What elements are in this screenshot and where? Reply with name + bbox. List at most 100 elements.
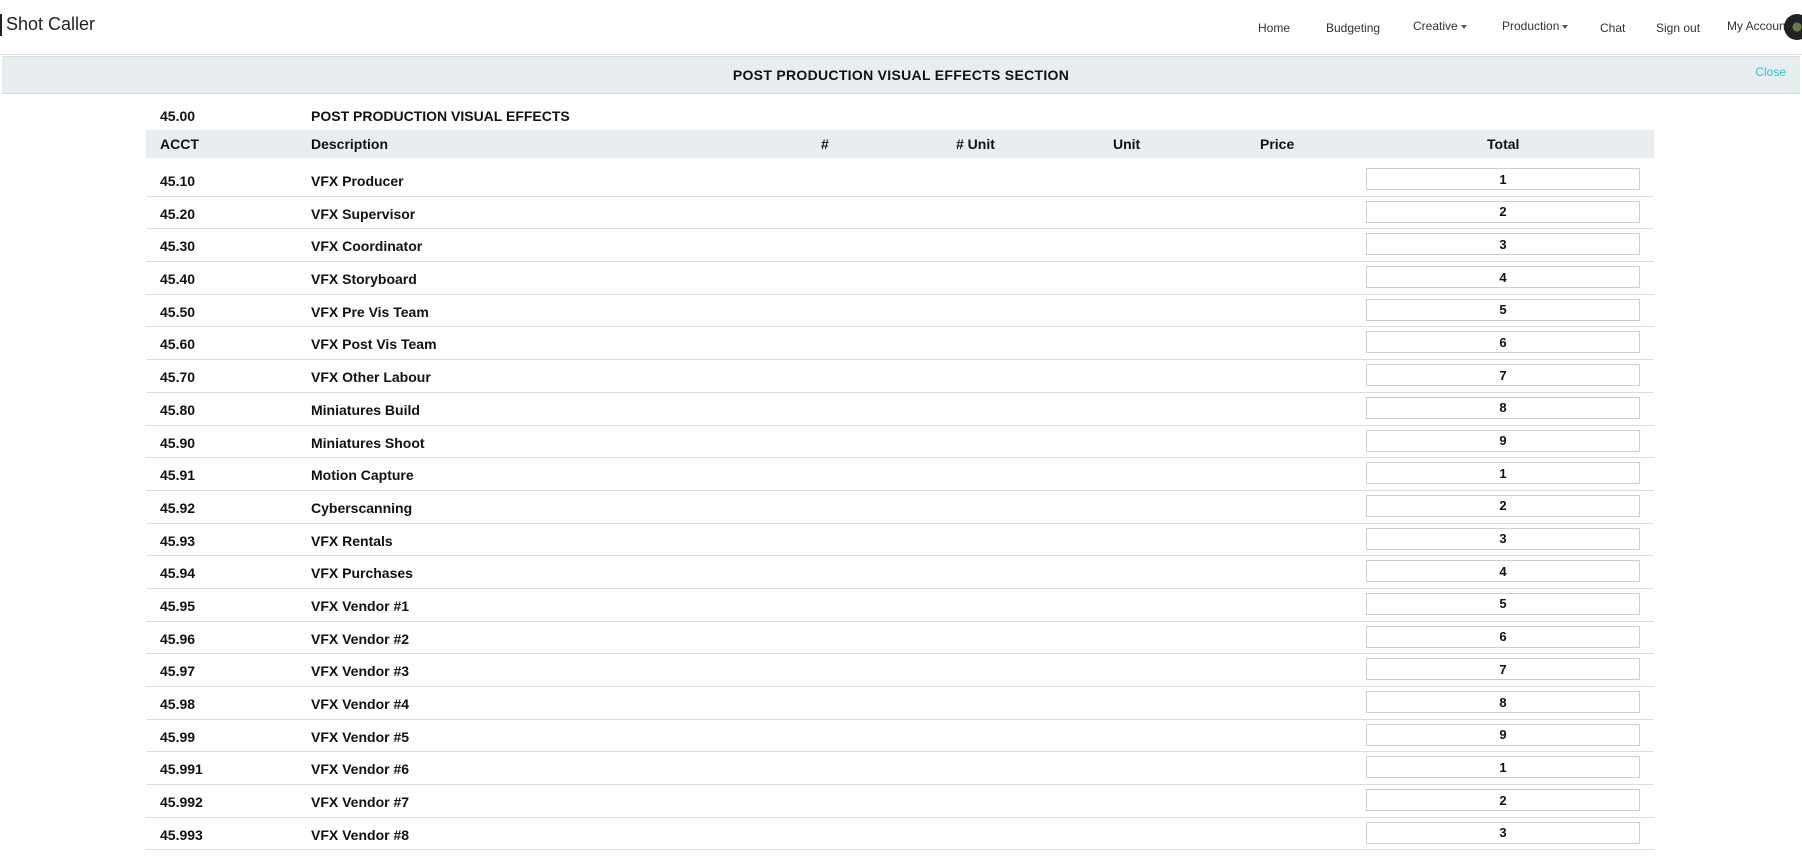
row-acct: 45.98	[160, 696, 196, 712]
table-row: 45.93 VFX Rentals	[146, 524, 1654, 557]
nav-creative-dropdown[interactable]: Creative	[1413, 19, 1467, 33]
row-description: VFX Vendor #5	[311, 728, 410, 745]
nav-production-label: Production	[1502, 19, 1560, 33]
table-row: 45.20 VFX Supervisor	[146, 197, 1654, 230]
table-row: 45.92 Cyberscanning	[146, 491, 1654, 524]
row-description: VFX Vendor #7	[311, 794, 410, 811]
row-total-input[interactable]	[1366, 429, 1640, 452]
row-acct: 45.95	[160, 597, 196, 614]
row-total-input[interactable]	[1366, 592, 1640, 615]
table-row: 45.60 VFX Post Vis Team	[146, 327, 1654, 361]
nav-sign-out[interactable]: Sign out	[1656, 21, 1700, 35]
table-row: 45.94 VFX Purchases	[146, 556, 1654, 589]
chevron-down-icon	[1460, 24, 1467, 29]
row-total-input[interactable]	[1366, 560, 1640, 583]
nav-home[interactable]: Home	[1258, 21, 1290, 35]
row-description: Cyberscanning	[311, 499, 413, 516]
group-row: 45.00 POST PRODUCTION VISUAL EFFECTS	[146, 102, 1654, 130]
row-total-input[interactable]	[1366, 364, 1640, 387]
row-total-input[interactable]	[1366, 266, 1640, 289]
column-header-price: Price	[1260, 136, 1295, 152]
row-acct: 45.70	[160, 369, 196, 386]
table-row: 45.30 VFX Coordinator	[146, 229, 1654, 263]
row-acct: 45.993	[160, 826, 203, 843]
column-header-number: #	[821, 136, 829, 152]
row-description: Miniatures Build	[311, 401, 420, 418]
row-total-input[interactable]	[1366, 756, 1640, 779]
row-description: VFX Storyboard	[311, 271, 417, 288]
table-row: 45.993 VFX Vendor #8	[146, 818, 1654, 851]
budget-table: 45.00 POST PRODUCTION VISUAL EFFECTS ACC…	[146, 102, 1654, 851]
row-total-input[interactable]	[1366, 658, 1640, 681]
column-header-acct: ACCT	[160, 136, 199, 152]
table-row: 45.40 VFX Storyboard	[146, 262, 1654, 295]
row-description: VFX Purchases	[311, 565, 413, 582]
nav-my-account[interactable]: My Account	[1727, 19, 1789, 33]
row-acct: 45.10	[160, 173, 196, 189]
row-total-input[interactable]	[1366, 298, 1640, 321]
row-acct: 45.20	[160, 205, 196, 222]
table-body: 45.10 VFX Producer 45.20 VFX Supervisor 45.3…	[146, 164, 1654, 851]
row-total-input[interactable]	[1366, 168, 1640, 190]
column-header-unit: Unit	[1113, 136, 1141, 152]
row-acct: 45.96	[160, 630, 196, 647]
row-total-input[interactable]	[1366, 527, 1640, 550]
close-button[interactable]: Close	[1755, 65, 1786, 79]
column-header-total: Total	[1487, 136, 1520, 152]
row-description: VFX Vendor #4	[311, 696, 410, 712]
brand-divider	[0, 14, 2, 36]
table-row: 45.80 Miniatures Build	[146, 393, 1654, 426]
row-description: Motion Capture	[311, 467, 414, 484]
table-row: 45.70 VFX Other Labour	[146, 360, 1654, 393]
row-description: VFX Vendor #6	[311, 761, 410, 778]
chevron-down-icon	[1562, 24, 1569, 29]
group-acct: 45.00	[160, 108, 196, 124]
row-acct: 45.992	[160, 794, 203, 811]
row-acct: 45.30	[160, 238, 196, 255]
nav-budgeting[interactable]: Budgeting	[1326, 21, 1380, 35]
row-acct: 45.93	[160, 532, 196, 549]
row-total-input[interactable]	[1366, 331, 1640, 354]
row-total-input[interactable]	[1366, 625, 1640, 648]
row-acct: 45.60	[160, 336, 196, 353]
row-total-input[interactable]	[1366, 821, 1640, 844]
row-total-input[interactable]	[1366, 233, 1640, 256]
table-row: 45.97 VFX Vendor #3	[146, 654, 1654, 687]
row-description: VFX Vendor #8	[311, 826, 410, 843]
nav-chat[interactable]: Chat	[1600, 21, 1625, 35]
row-total-input[interactable]	[1366, 396, 1640, 419]
brand-logo[interactable]: Shot Caller	[6, 14, 95, 35]
row-description: VFX Post Vis Team	[311, 336, 437, 353]
section-header: POST PRODUCTION VISUAL EFFECTS SECTION C…	[2, 56, 1800, 94]
table-row: 45.91 Motion Capture	[146, 458, 1654, 491]
row-description: VFX Vendor #1	[311, 597, 410, 614]
row-acct: 45.50	[160, 303, 196, 320]
row-total-input[interactable]	[1366, 200, 1640, 223]
table-row: 45.992 VFX Vendor #7	[146, 785, 1654, 818]
avatar[interactable]	[1784, 14, 1802, 40]
row-total-input[interactable]	[1366, 723, 1640, 746]
row-acct: 45.80	[160, 401, 196, 418]
row-description: VFX Other Labour	[311, 369, 431, 386]
row-description: VFX Producer	[311, 173, 404, 189]
row-acct: 45.40	[160, 271, 196, 288]
row-description: VFX Vendor #2	[311, 630, 410, 647]
table-row: 45.90 Miniatures Shoot	[146, 426, 1654, 459]
row-acct: 45.991	[160, 761, 203, 778]
column-header-number-unit: # Unit	[956, 136, 995, 152]
table-row: 45.96 VFX Vendor #2	[146, 622, 1654, 655]
table-row: 45.98 VFX Vendor #4	[146, 687, 1654, 720]
row-total-input[interactable]	[1366, 494, 1640, 517]
row-acct: 45.92	[160, 499, 196, 516]
table-row: 45.991 VFX Vendor #6	[146, 752, 1654, 786]
nav-production-dropdown[interactable]: Production	[1502, 19, 1569, 33]
row-acct: 45.97	[160, 663, 196, 680]
row-total-input[interactable]	[1366, 691, 1640, 713]
row-total-input[interactable]	[1366, 462, 1640, 485]
top-navbar: Shot Caller Home Budgeting Creative Prod…	[0, 0, 1802, 55]
nav-creative-label: Creative	[1413, 19, 1458, 33]
row-total-input[interactable]	[1366, 789, 1640, 812]
row-acct: 45.99	[160, 728, 196, 745]
row-acct: 45.91	[160, 467, 196, 484]
group-description: POST PRODUCTION VISUAL EFFECTS	[311, 108, 570, 124]
